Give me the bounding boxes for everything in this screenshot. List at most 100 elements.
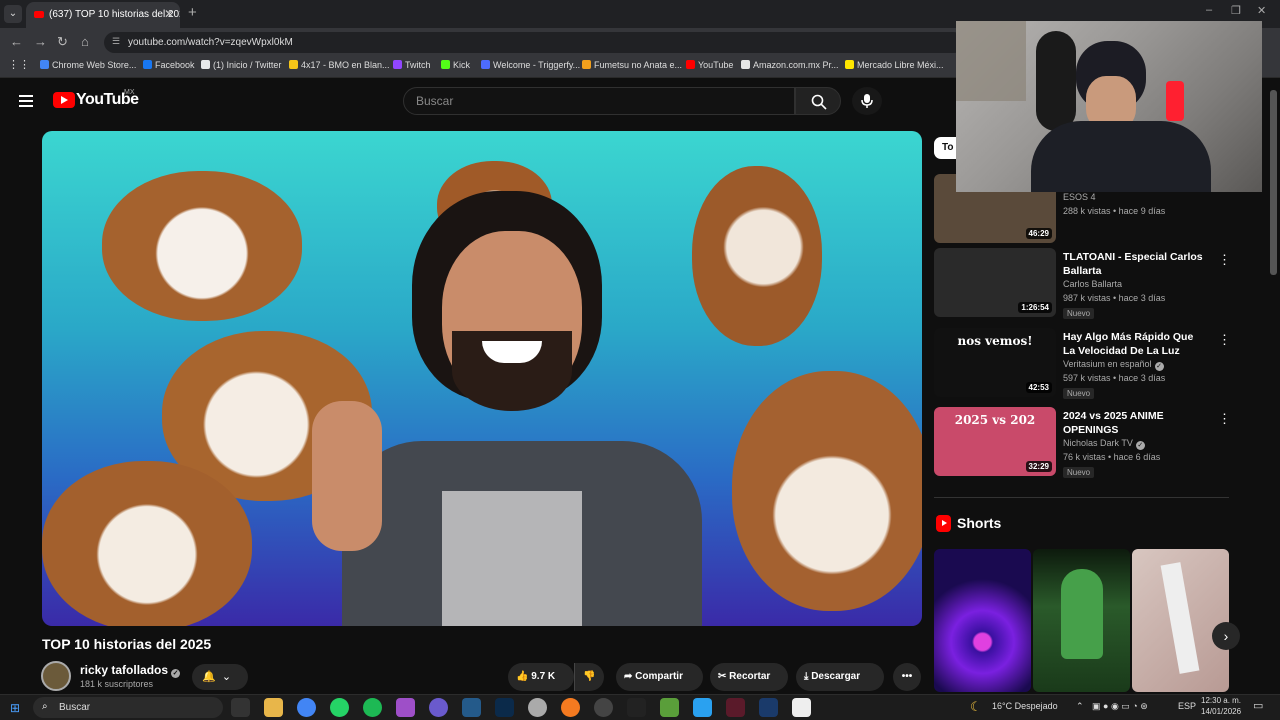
bookmark-favicon-icon — [201, 60, 210, 69]
more-actions-button[interactable]: ••• — [893, 663, 921, 691]
bookmark-item[interactable]: Amazon.com.mx Pr... — [741, 60, 839, 70]
tray-icons[interactable]: ▣ ● ◉ ▭ ◔ ⊛ — [1092, 701, 1148, 712]
bookmark-favicon-icon — [686, 60, 695, 69]
file-explorer-icon[interactable] — [264, 698, 283, 717]
app-icon[interactable] — [396, 698, 415, 717]
video-channel[interactable]: Carlos Ballarta — [1063, 279, 1122, 289]
site-info-icon[interactable]: ☰ — [112, 36, 120, 47]
menu-hamburger-icon[interactable] — [19, 95, 33, 107]
bookmark-item[interactable]: YouTube — [686, 60, 733, 70]
new-tab-button[interactable]: + — [188, 4, 197, 21]
browser-icon[interactable] — [561, 698, 580, 717]
video-thumbnail[interactable]: 1:26:54 — [934, 248, 1056, 317]
download-button[interactable]: ⤓ Descargar — [796, 663, 884, 691]
windows-start-icon[interactable]: ⊞ — [10, 701, 20, 715]
browser-tab-active[interactable]: (637) TOP 10 historias del 2025 — [26, 2, 180, 28]
app-icon[interactable] — [594, 698, 613, 717]
maximize-icon[interactable]: ❐ — [1231, 4, 1241, 17]
video-thumbnail[interactable]: nos vemos! 42:53 — [934, 328, 1056, 397]
language-indicator[interactable]: ESP — [1178, 701, 1196, 711]
thumbnail-text: nos vemos! — [957, 334, 1033, 348]
clock-date[interactable]: 14/01/2026 — [1201, 707, 1241, 716]
app-icon[interactable] — [693, 698, 712, 717]
video-channel[interactable]: Veritasium en español ✓ — [1063, 359, 1164, 371]
voice-search-button[interactable] — [852, 87, 882, 115]
video-title[interactable]: Hay Algo Más Rápido Que La Velocidad De … — [1063, 330, 1208, 358]
bookmark-item[interactable]: Kick — [441, 60, 470, 70]
weather-text[interactable]: 16°C Despejado — [992, 701, 1058, 711]
bookmark-item[interactable]: Welcome - Triggerfy... — [481, 60, 580, 70]
more-vertical-icon[interactable]: ⋮ — [1218, 411, 1231, 427]
video-duration: 1:26:54 — [1018, 302, 1052, 313]
notifications-icon[interactable]: ▭ — [1253, 699, 1263, 712]
bookmark-item[interactable]: 4x17 - BMO en Blan... — [289, 60, 390, 70]
short-thumbnail[interactable] — [1132, 549, 1229, 692]
video-thumbnail[interactable]: 2025 vs 202 32:29 — [934, 407, 1056, 476]
tab-close-icon[interactable]: ✕ — [164, 7, 174, 21]
youtube-logo-icon[interactable] — [53, 92, 75, 108]
close-window-icon[interactable]: ✕ — [1257, 4, 1266, 17]
page-scrollbar[interactable] — [1270, 90, 1277, 275]
video-title[interactable]: 2024 vs 2025 ANIME OPENINGS — [1063, 409, 1208, 437]
bookmark-favicon-icon — [143, 60, 152, 69]
task-view-icon[interactable] — [231, 698, 250, 717]
bookmark-item[interactable]: (1) Inicio / Twitter — [201, 60, 281, 70]
url-field[interactable]: youtube.com/watch?v=zqevWpxl0kM — [104, 32, 964, 53]
photoshop-icon[interactable] — [495, 698, 514, 717]
apps-grid-icon[interactable]: ⋮⋮ — [8, 58, 30, 71]
app-icon[interactable] — [759, 698, 778, 717]
discord-icon[interactable] — [429, 698, 448, 717]
tray-chevron-icon[interactable]: ⌃ — [1076, 701, 1084, 712]
webcam-overlay — [956, 21, 1262, 192]
clip-button[interactable]: ✂ Recortar — [710, 663, 788, 691]
bookmark-item[interactable]: Fumetsu no Anata e... — [582, 60, 682, 70]
share-button[interactable]: ➦ Compartir — [616, 663, 703, 691]
video-channel[interactable]: Nicholas Dark TV ✓ — [1063, 438, 1145, 450]
bookmark-item[interactable]: Facebook — [143, 60, 195, 70]
tab-search-button[interactable]: ⌄ — [4, 5, 22, 23]
recommended-video[interactable]: nos vemos! 42:53 Hay Algo Más Rápido Que L… — [934, 328, 1231, 400]
taskbar-search-field[interactable]: Buscar — [33, 697, 223, 718]
clock-time[interactable]: 12:30 a. m. — [1201, 696, 1241, 705]
app-icon[interactable] — [726, 698, 745, 717]
short-thumbnail[interactable] — [934, 549, 1031, 692]
channel-name[interactable]: ricky tafollados ✓ — [80, 663, 181, 678]
search-button[interactable] — [795, 87, 841, 115]
spotify-icon[interactable] — [363, 698, 382, 717]
like-button[interactable]: 👍 9.7 K — [508, 663, 574, 691]
minecraft-icon[interactable] — [660, 698, 679, 717]
dog-image — [102, 171, 302, 321]
more-vertical-icon[interactable]: ⋮ — [1218, 252, 1231, 268]
minimize-icon[interactable]: – — [1206, 4, 1212, 16]
video-meta: 76 k vistas • hace 6 días — [1063, 452, 1161, 462]
search-input[interactable]: Buscar — [403, 87, 795, 115]
recommended-video[interactable]: 2025 vs 202 32:29 2024 vs 2025 ANIME OPENI… — [934, 407, 1231, 479]
video-title[interactable]: TLATOANI - Especial Carlos Ballarta — [1063, 250, 1208, 278]
bookmark-item[interactable]: Mercado Libre Méxi... — [845, 60, 944, 70]
notepad-icon[interactable] — [792, 698, 811, 717]
recommended-video[interactable]: 1:26:54 TLATOANI - Especial Carlos Ballar… — [934, 248, 1231, 320]
bookmark-item[interactable]: Chrome Web Store... — [40, 60, 136, 70]
video-duration: 42:53 — [1025, 382, 1052, 393]
epic-games-icon[interactable] — [627, 698, 646, 717]
bookmark-favicon-icon — [441, 60, 450, 69]
dog-image — [692, 166, 822, 346]
more-vertical-icon[interactable]: ⋮ — [1218, 332, 1231, 348]
back-arrow-icon[interactable]: ← — [10, 34, 23, 49]
reload-icon[interactable]: ↻ — [57, 34, 68, 50]
chrome-icon[interactable] — [297, 698, 316, 717]
obs-icon[interactable] — [528, 698, 547, 717]
short-thumbnail[interactable] — [1033, 549, 1130, 692]
video-player[interactable] — [42, 131, 922, 626]
dislike-button[interactable]: 👎 — [574, 663, 604, 691]
forward-arrow-icon[interactable]: → — [34, 34, 47, 49]
video-channel[interactable]: ESOS 4 — [1063, 192, 1096, 202]
home-icon[interactable]: ⌂ — [81, 34, 89, 49]
chevron-right-icon: › — [1223, 628, 1229, 644]
bookmark-item[interactable]: Twitch — [393, 60, 431, 70]
notification-bell-button[interactable]: 🔔 ⌄ — [192, 664, 248, 690]
whatsapp-icon[interactable] — [330, 698, 349, 717]
channel-avatar[interactable] — [41, 661, 71, 691]
app-v-icon[interactable] — [462, 698, 481, 717]
shorts-next-button[interactable]: › — [1212, 622, 1240, 650]
